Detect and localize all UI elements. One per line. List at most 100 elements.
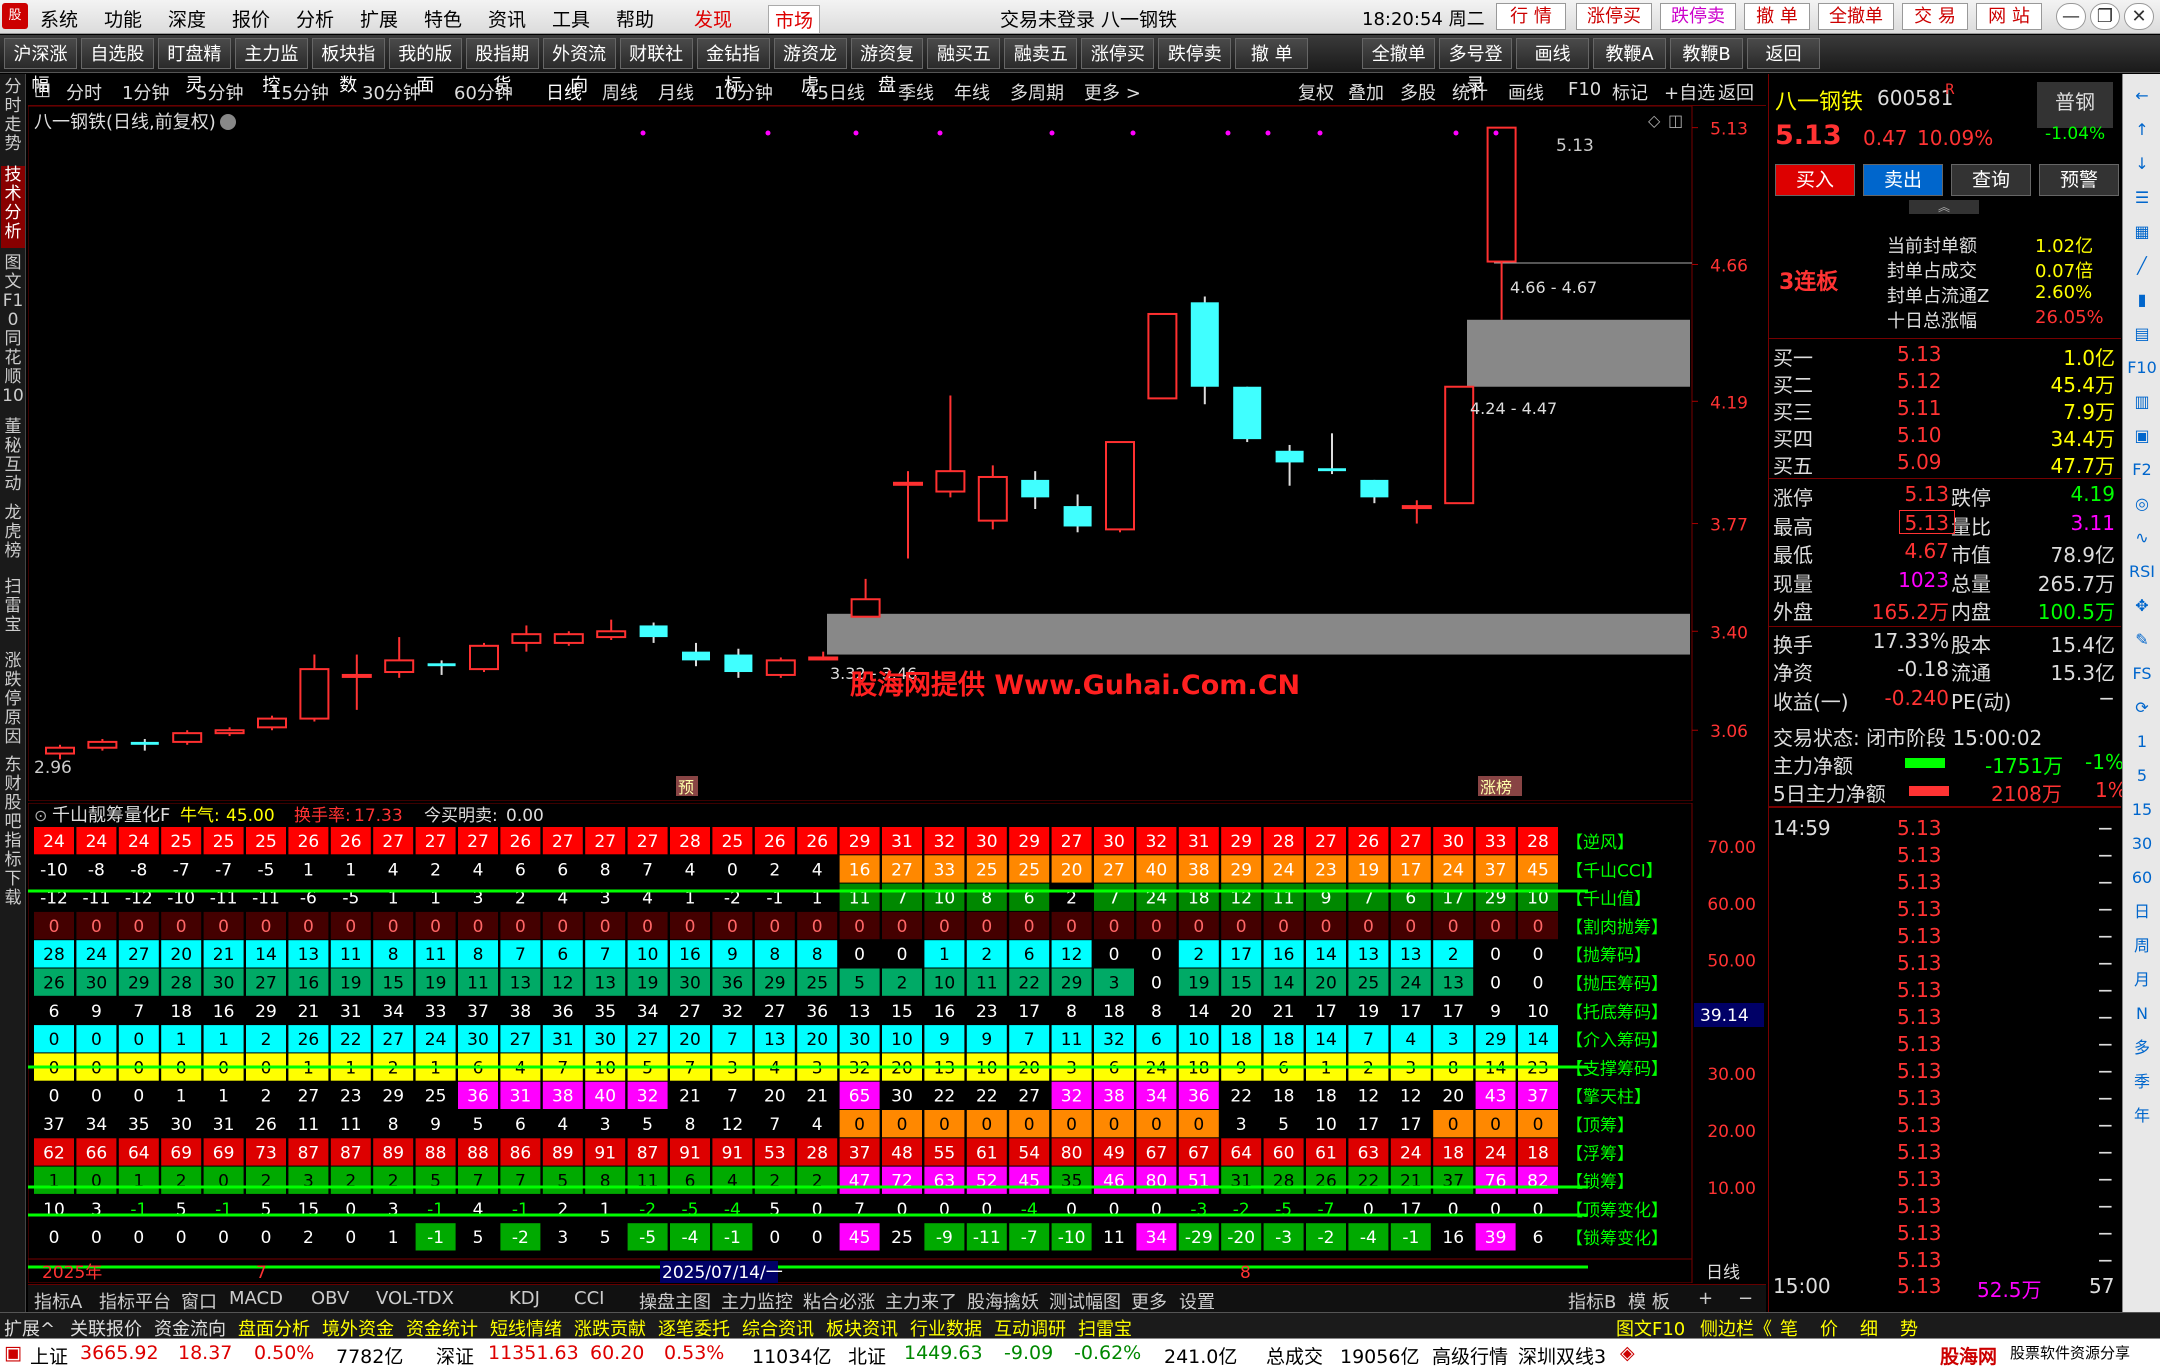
toolbar-button[interactable]: 板块指数 — [311, 38, 385, 96]
order-button[interactable]: 查询 — [1951, 164, 2031, 196]
side-tool-icon[interactable]: 15 — [2127, 796, 2157, 824]
toolbar-button[interactable]: 跌停卖 — [1158, 38, 1232, 69]
period-tab[interactable]: 45日线 — [806, 79, 865, 105]
website-button[interactable]: 网 站 — [1976, 3, 2042, 30]
toolbar-button[interactable]: 涨停买 — [1081, 38, 1155, 69]
side-tool-icon[interactable]: 日 — [2127, 898, 2157, 926]
period-tab[interactable]: 分时 — [66, 79, 102, 105]
indicator-tab[interactable]: 股海擒妖 — [967, 1288, 1039, 1314]
candlestick-chart[interactable]: 5.13 4.66 4.19 3.77 3.40 3.06 八一钢铁(日线,前复权) 5.13… — [28, 106, 1766, 801]
side-tool-icon[interactable]: ∿ — [2127, 524, 2157, 552]
toolbar-button[interactable]: 外资流向 — [542, 38, 616, 96]
side-tool-icon[interactable]: 多 — [2127, 1034, 2157, 1062]
collapse-icon[interactable]: ︽ — [1909, 200, 1979, 214]
indicator-tab[interactable]: OBV — [311, 1288, 349, 1309]
side-tool-icon[interactable]: ◎ — [2127, 490, 2157, 518]
menu-item[interactable]: 工具 — [552, 5, 590, 32]
side-tab[interactable]: 分时走势 — [1, 78, 25, 160]
maximize-icon[interactable]: ❐ — [2090, 3, 2120, 30]
close-icon[interactable]: ✕ — [2124, 3, 2154, 30]
period-tab[interactable]: 30分钟 — [362, 79, 421, 105]
sh-label[interactable]: 上证 — [30, 1342, 68, 1368]
side-tool-icon[interactable]: 60 — [2127, 864, 2157, 892]
side-tool-icon[interactable]: ↓ — [2127, 150, 2157, 178]
order-button[interactable]: 卖出 — [1863, 164, 1943, 196]
period-tab[interactable]: 周线 — [602, 79, 638, 105]
toolbar-button[interactable]: 返回 — [1747, 38, 1820, 69]
menu-item[interactable]: 报价 — [232, 5, 270, 32]
side-tool-icon[interactable]: 5 — [2127, 762, 2157, 790]
connection-status[interactable]: 深圳双线3 — [1518, 1342, 1606, 1368]
side-tool-icon[interactable]: ← — [2127, 82, 2157, 110]
side-tool-icon[interactable]: 年 — [2127, 1102, 2157, 1130]
indicator-tab[interactable]: 窗口 — [181, 1288, 217, 1314]
chart-tool[interactable]: 统计 — [1452, 79, 1488, 105]
toolbar-button[interactable]: 教鞭A — [1593, 38, 1667, 69]
period-tab[interactable]: 15分钟 — [270, 79, 329, 105]
menu-item[interactable]: 系统 — [40, 5, 78, 32]
side-tool-icon[interactable]: ↑ — [2127, 116, 2157, 144]
indicator-tab[interactable]: 粘合必涨 — [803, 1288, 875, 1314]
chart-tool[interactable]: 画线 — [1508, 79, 1544, 105]
cancel-all-button[interactable]: 全撤单 — [1818, 3, 1894, 30]
menu-item[interactable]: 资讯 — [488, 5, 526, 32]
menu-item[interactable]: 帮助 — [616, 5, 654, 32]
side-tool-icon[interactable]: ☰ — [2127, 184, 2157, 212]
period-tab[interactable]: 季线 — [898, 79, 934, 105]
menu-market[interactable]: 市场 — [768, 5, 821, 34]
chart-tool[interactable]: +自选 — [1664, 79, 1715, 105]
order-button[interactable]: 买入 — [1775, 164, 1855, 196]
toolbar-button[interactable]: 盯盘精灵 — [157, 38, 231, 96]
side-tool-icon[interactable]: ✥ — [2127, 592, 2157, 620]
chart-tool[interactable]: 标记 — [1612, 79, 1648, 105]
indicator-tab[interactable]: 更多 — [1131, 1288, 1167, 1314]
limit-up-buy-button[interactable]: 涨停买 — [1576, 3, 1652, 30]
side-tool-icon[interactable]: ⟳ — [2127, 694, 2157, 722]
chart-tool[interactable]: 返回 — [1718, 79, 1754, 105]
chart-tool[interactable]: F10 — [1568, 79, 1601, 100]
toolbar-button[interactable]: 融卖五 — [1004, 38, 1078, 69]
side-tab[interactable]: 涨跌停原因 — [1, 652, 25, 753]
bz-label[interactable]: 北证 — [848, 1342, 886, 1368]
side-tool-icon[interactable]: F10 — [2127, 354, 2157, 382]
period-tab[interactable]: 10分钟 — [714, 79, 773, 105]
period-tab[interactable]: 1分钟 — [122, 79, 169, 105]
chart-tool[interactable]: 复权 — [1298, 79, 1334, 105]
period-tab[interactable]: 5分钟 — [196, 79, 243, 105]
toolbar-button[interactable]: 融买五 — [927, 38, 1001, 69]
indicator-tab[interactable]: 指标平台 — [99, 1288, 171, 1314]
indicator-tab[interactable]: 主力监控 — [721, 1288, 793, 1314]
side-tool-icon[interactable]: ✎ — [2127, 626, 2157, 654]
side-tool-icon[interactable]: RSI — [2127, 558, 2157, 586]
indicator-tool[interactable]: 指标B — [1568, 1288, 1616, 1314]
period-tab[interactable]: 年线 — [954, 79, 990, 105]
layout-toggle-icon[interactable]: ◫ — [34, 79, 51, 100]
indicator-tool[interactable]: 模 板 — [1628, 1288, 1670, 1314]
side-tool-icon[interactable]: ▤ — [2127, 320, 2157, 348]
side-tool-icon[interactable]: FS — [2127, 660, 2157, 688]
indicator-tool[interactable]: − — [1738, 1288, 1753, 1309]
side-tool-icon[interactable]: 1 — [2127, 728, 2157, 756]
toolbar-button[interactable]: 沪深涨幅 — [4, 38, 77, 96]
toolbar-button[interactable]: 多号登录 — [1439, 38, 1513, 96]
indicator-tab[interactable]: 测试幅图 — [1049, 1288, 1121, 1314]
toolbar-button[interactable]: 财联社 — [619, 38, 693, 69]
chart-tool[interactable]: 叠加 — [1348, 79, 1384, 105]
indicator-tab[interactable]: CCI — [574, 1288, 604, 1309]
side-tab[interactable]: 指标下载 — [1, 832, 25, 914]
menu-discover[interactable]: 发现 — [694, 5, 732, 32]
indicator-tab[interactable]: 操盘主图 — [639, 1288, 711, 1314]
indicator-panel[interactable]: ⊙ 千山靓筹量化F 牛气: 45.00 换手率: 17.33 今买明卖: 0.0024 24 24… — [28, 803, 1766, 1283]
toolbar-button[interactable]: 教鞭B — [1670, 38, 1744, 69]
side-tool-icon[interactable]: ▣ — [2127, 422, 2157, 450]
limit-down-sell-button[interactable]: 跌停卖 — [1660, 3, 1736, 30]
menu-item[interactable]: 分析 — [296, 5, 334, 32]
side-tool-icon[interactable]: ╱ — [2127, 252, 2157, 280]
cancel-order-button[interactable]: 撤 单 — [1744, 3, 1810, 30]
indicator-tab[interactable]: MACD — [229, 1288, 283, 1309]
period-tab[interactable]: 月线 — [658, 79, 694, 105]
toolbar-button[interactable]: 撤 单 — [1235, 38, 1309, 69]
toolbar-button[interactable]: 游资龙虎 — [773, 38, 847, 96]
indicator-tab[interactable]: VOL-TDX — [376, 1288, 454, 1309]
toolbar-button[interactable]: 自选股 — [80, 38, 154, 69]
